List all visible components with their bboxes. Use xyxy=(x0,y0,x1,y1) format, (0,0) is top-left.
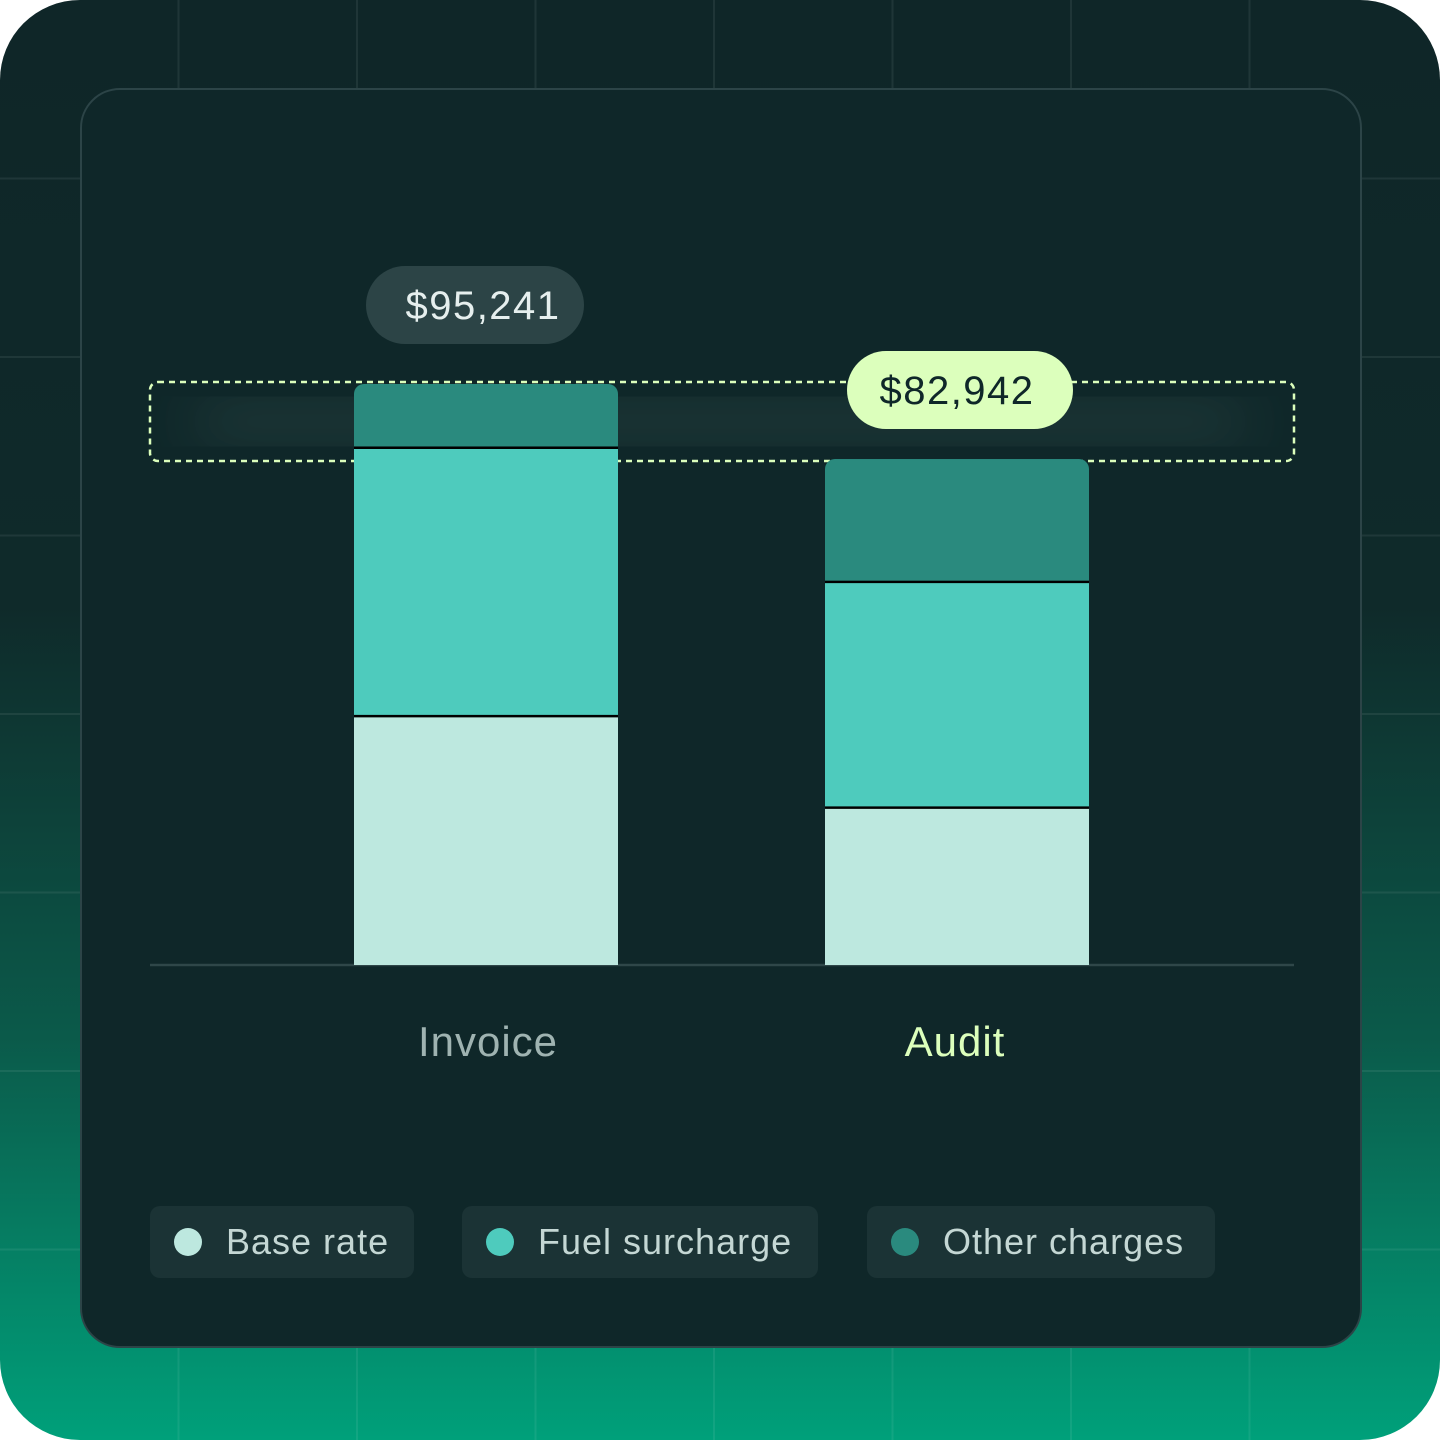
bar-invoice xyxy=(354,384,618,965)
legend-swatch-fuel-surcharge xyxy=(486,1228,514,1256)
legend-swatch-other-charges xyxy=(891,1228,919,1256)
segment-base-rate-audit xyxy=(825,806,1089,965)
total-value-invoice: $95,241 xyxy=(405,284,560,328)
difference-highlight-glow xyxy=(190,412,1250,432)
chart-frame: $95,241 $82,942 Invoice Audit Base rate Fu… xyxy=(0,0,1440,1440)
legend-swatch-base-rate xyxy=(174,1228,202,1256)
segment-fuel-surcharge-invoice xyxy=(354,446,618,715)
legend-label-base-rate: Base rate xyxy=(226,1221,390,1262)
total-value-audit: $82,942 xyxy=(879,369,1034,413)
total-pill-audit: $82,942 xyxy=(847,351,1073,430)
segment-other-charges-invoice xyxy=(354,384,618,447)
segment-base-rate-invoice xyxy=(354,714,618,965)
total-pill-invoice: $95,241 xyxy=(366,266,584,344)
category-label-invoice: Invoice xyxy=(418,1018,558,1065)
segment-other-charges-audit xyxy=(825,459,1089,581)
bar-audit xyxy=(825,459,1089,965)
legend-label-other-charges: Other charges xyxy=(943,1221,1185,1262)
legend-item-fuel-surcharge: Fuel surcharge xyxy=(462,1206,818,1278)
legend-label-fuel-surcharge: Fuel surcharge xyxy=(538,1221,793,1262)
category-label-audit: Audit xyxy=(905,1018,1006,1065)
segment-fuel-surcharge-audit xyxy=(825,580,1089,807)
legend-item-base-rate: Base rate xyxy=(150,1206,414,1278)
legend-item-other-charges: Other charges xyxy=(867,1206,1215,1278)
